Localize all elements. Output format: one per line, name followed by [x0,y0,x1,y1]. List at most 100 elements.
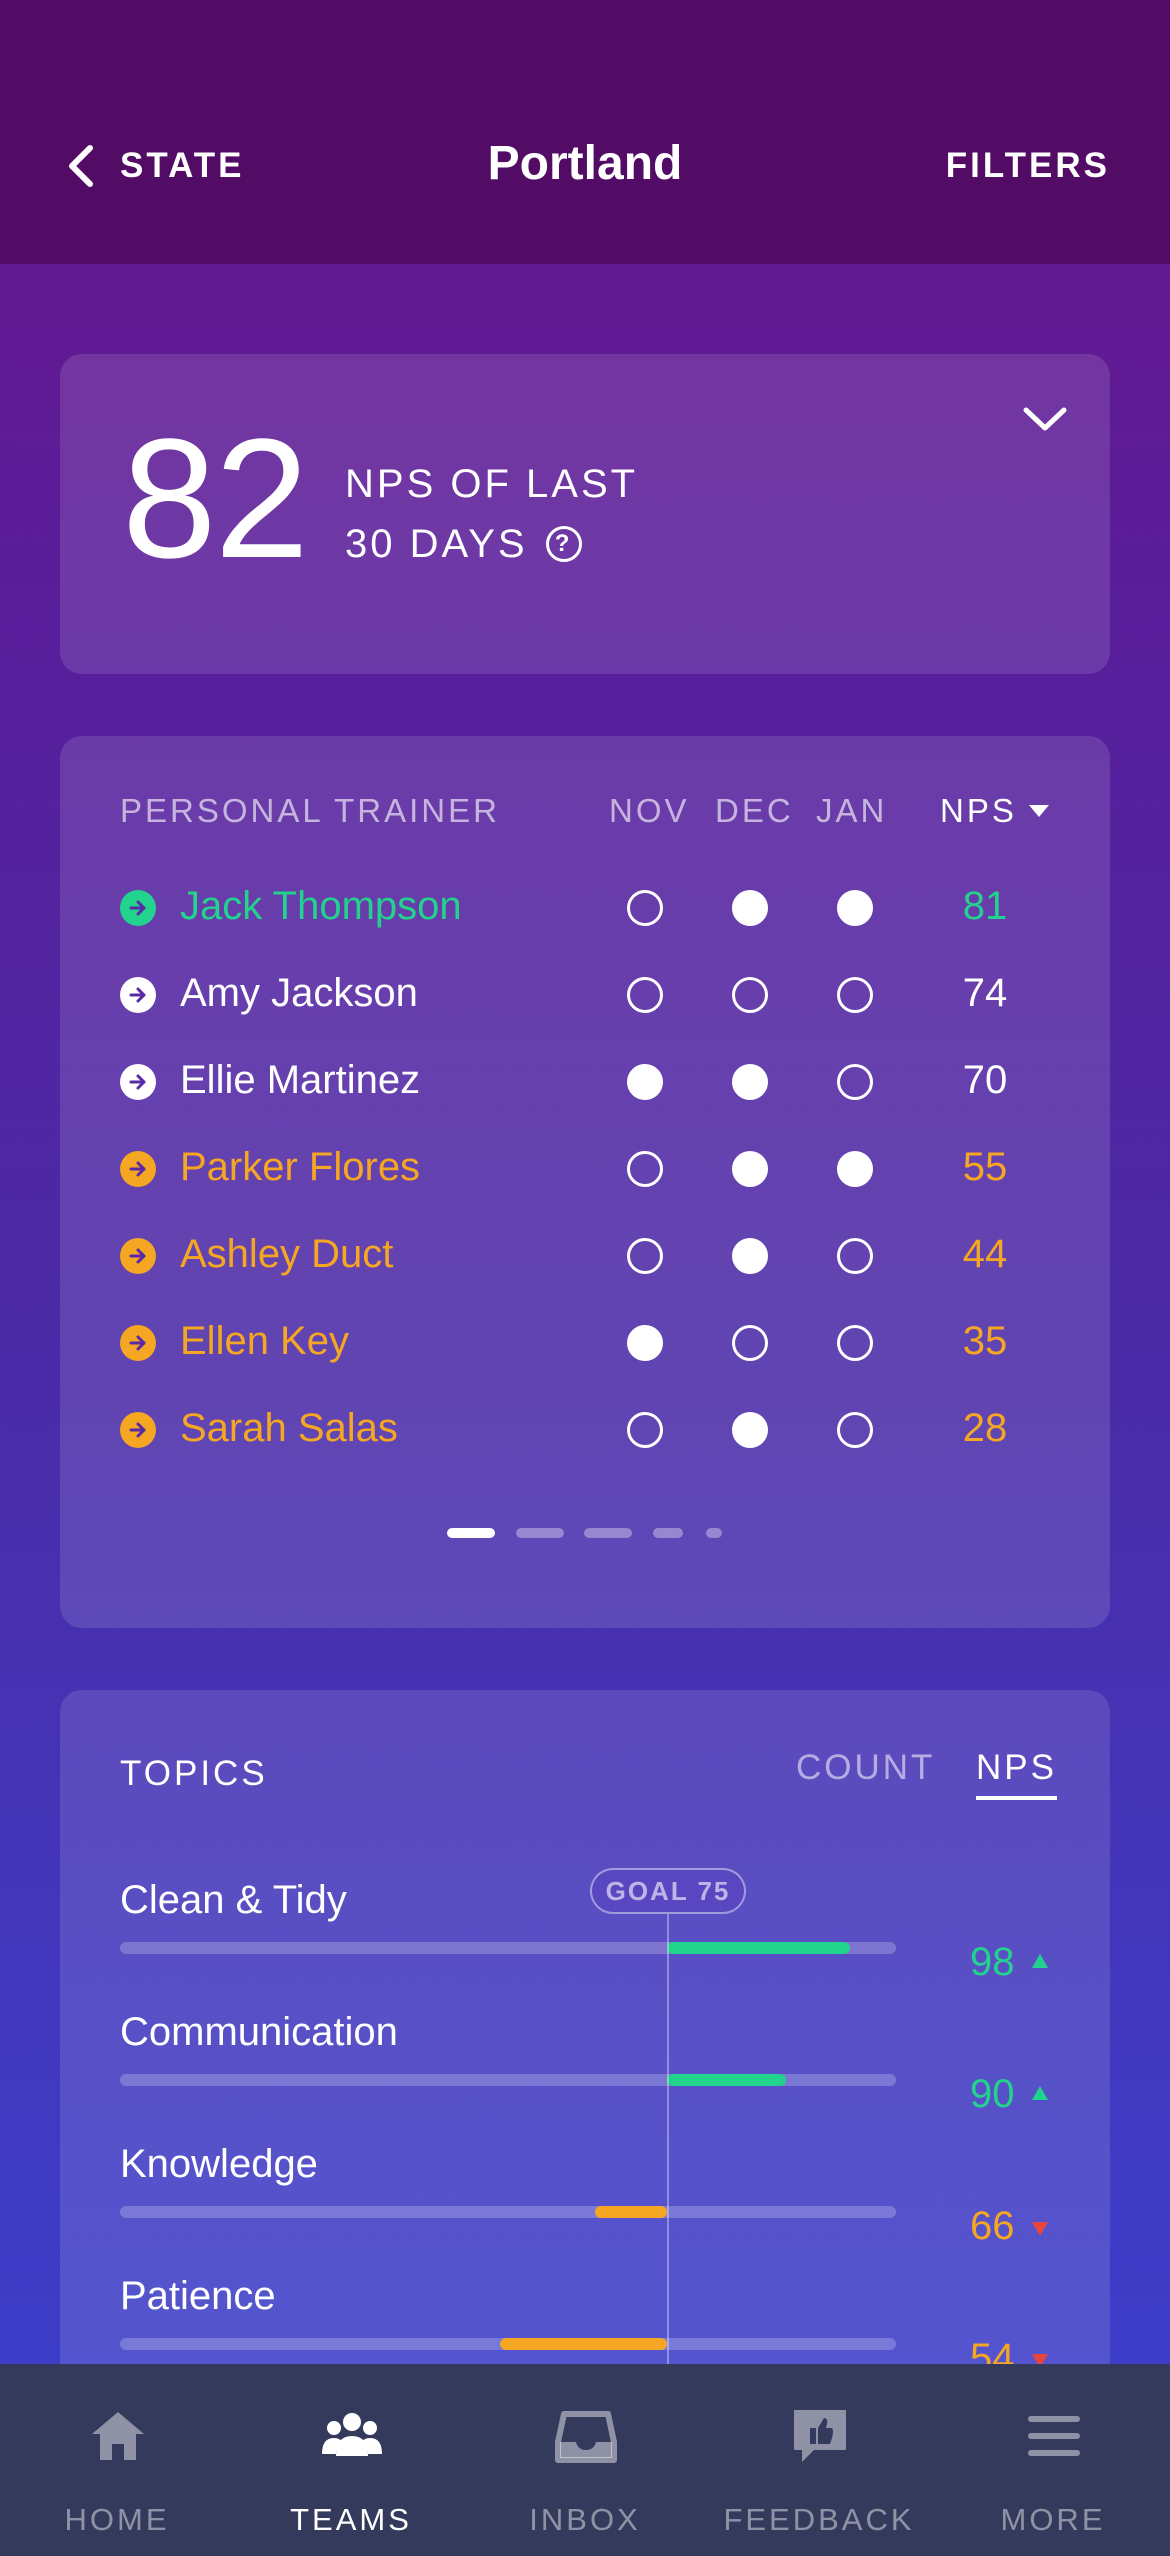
trend-up-icon [1032,1954,1048,1968]
nav-label: HOME [64,2502,170,2537]
filters-button[interactable]: FILTERS [946,146,1110,186]
trainer-row[interactable]: Ashley Duct 44 [60,1226,1110,1286]
month-header-jan[interactable]: JAN [816,792,887,830]
arrow-right-circle-icon [120,977,156,1013]
nav-home[interactable]: HOME [0,2364,234,2556]
nav-inbox[interactable]: INBOX [468,2364,702,2556]
trainer-row[interactable]: Amy Jackson 74 [60,965,1110,1025]
month-status-dot [627,977,663,1013]
topic-name: Knowledge [120,2142,318,2186]
trainer-name: Jack Thompson [180,884,462,928]
trainer-name: Ellen Key [180,1319,349,1363]
trainer-row[interactable]: Sarah Salas 28 [60,1400,1110,1460]
month-status-dot [627,1238,663,1274]
nav-more[interactable]: MORE [936,2364,1170,2556]
arrow-right-circle-icon [120,1412,156,1448]
topic-bar [667,2074,787,2086]
nps-sort-header[interactable]: NPS [940,792,1049,830]
trainer-row[interactable]: Parker Flores 55 [60,1139,1110,1199]
topic-bar [499,2338,667,2350]
trainer-row[interactable]: Ellie Martinez 70 [60,1052,1110,1112]
arrow-right-circle-icon [120,1151,156,1187]
help-icon[interactable]: ? [545,526,582,562]
month-status-dot [627,1412,663,1448]
arrow-right-circle-icon [120,890,156,926]
bottom-navigation: HOME TEAMS INBOX FEEDBACK MORE [0,2364,1170,2556]
nav-label: TEAMS [290,2502,412,2537]
trainer-name: Amy Jackson [180,971,418,1015]
topic-score: 98 [970,1940,1015,1984]
month-status-dot [627,890,663,926]
nav-label: MORE [1000,2502,1106,2537]
topic-bar [595,2206,667,2218]
nps-summary-card: 82 NPS OF LAST 30 DAYS ? [60,354,1110,674]
trainer-nps-score: 74 [962,971,1008,1015]
topic-score: 66 [970,2204,1015,2248]
month-status-dot [732,1151,768,1187]
trainer-column-header: PERSONAL TRAINER [120,792,500,829]
goal-badge: GOAL 75 [590,1868,746,1914]
top-app-bar: STATE Portland FILTERS [0,0,1170,264]
topic-score: 90 [970,2072,1015,2116]
trend-down-icon [1032,2222,1048,2236]
nav-teams[interactable]: TEAMS [234,2364,468,2556]
trainer-nps-score: 55 [962,1145,1008,1189]
tab-nps[interactable]: NPS [976,1748,1057,1800]
month-status-dot [732,890,768,926]
month-status-dot [732,1238,768,1274]
month-status-dot [627,1325,663,1361]
month-header-nov[interactable]: NOV [609,792,690,830]
teams-icon [322,2413,382,2456]
topic-row[interactable]: Clean & Tidy 98 [60,1878,1110,1998]
month-status-dot [837,977,873,1013]
nav-feedback[interactable]: FEEDBACK [702,2364,936,2556]
month-status-dot [837,1238,873,1274]
trainer-nps-score: 44 [962,1232,1008,1276]
chevron-down-icon[interactable] [1022,404,1068,434]
trainer-row[interactable]: Ellen Key 35 [60,1313,1110,1373]
topics-title: TOPICS [120,1754,268,1793]
inbox-icon [555,2411,617,2463]
nps-score: 82 [122,404,309,594]
month-status-dot [732,1064,768,1100]
trainer-row[interactable]: Jack Thompson 81 [60,878,1110,938]
page-dot[interactable] [516,1528,564,1538]
trainer-nps-score: 35 [962,1319,1008,1363]
trainers-card: PERSONAL TRAINER NOV DEC JAN NPS Jack Th… [60,736,1110,1628]
topic-row[interactable]: Communication 90 [60,2010,1110,2130]
home-icon [92,2412,144,2460]
arrow-right-circle-icon [120,1325,156,1361]
nps-caption-line2-wrap: 30 DAYS ? [345,514,638,574]
page-dot[interactable] [584,1528,632,1538]
page-dot[interactable] [447,1528,495,1538]
month-status-dot [627,1151,663,1187]
month-status-dot [732,1412,768,1448]
trainer-name: Ashley Duct [180,1232,394,1276]
page-dot[interactable] [653,1528,683,1538]
page-dot[interactable] [706,1528,722,1538]
arrow-right-circle-icon [120,1064,156,1100]
month-status-dot [732,977,768,1013]
month-status-dot [837,1412,873,1448]
topic-name: Patience [120,2274,276,2318]
menu-icon [1028,2416,1080,2456]
nps-caption-line2: 30 DAYS [345,522,528,566]
month-status-dot [627,1064,663,1100]
trainer-name: Ellie Martinez [180,1058,421,1102]
nps-caption: NPS OF LAST 30 DAYS ? [345,454,638,574]
month-status-dot [837,1064,873,1100]
topic-name: Communication [120,2010,398,2054]
trainer-nps-score: 28 [962,1406,1008,1450]
tab-count[interactable]: COUNT [796,1748,935,1788]
sort-caret-icon [1028,805,1049,817]
trainer-name: Sarah Salas [180,1406,398,1450]
month-header-dec[interactable]: DEC [715,792,794,830]
month-status-dot [732,1325,768,1361]
topic-bar [667,1942,851,1954]
topic-row[interactable]: Knowledge 66 [60,2142,1110,2262]
trend-up-icon [1032,2086,1048,2100]
trainer-nps-score: 70 [962,1058,1008,1102]
nps-caption-line1: NPS OF LAST [345,462,639,506]
month-status-dot [837,890,873,926]
feedback-icon [794,2410,846,2462]
